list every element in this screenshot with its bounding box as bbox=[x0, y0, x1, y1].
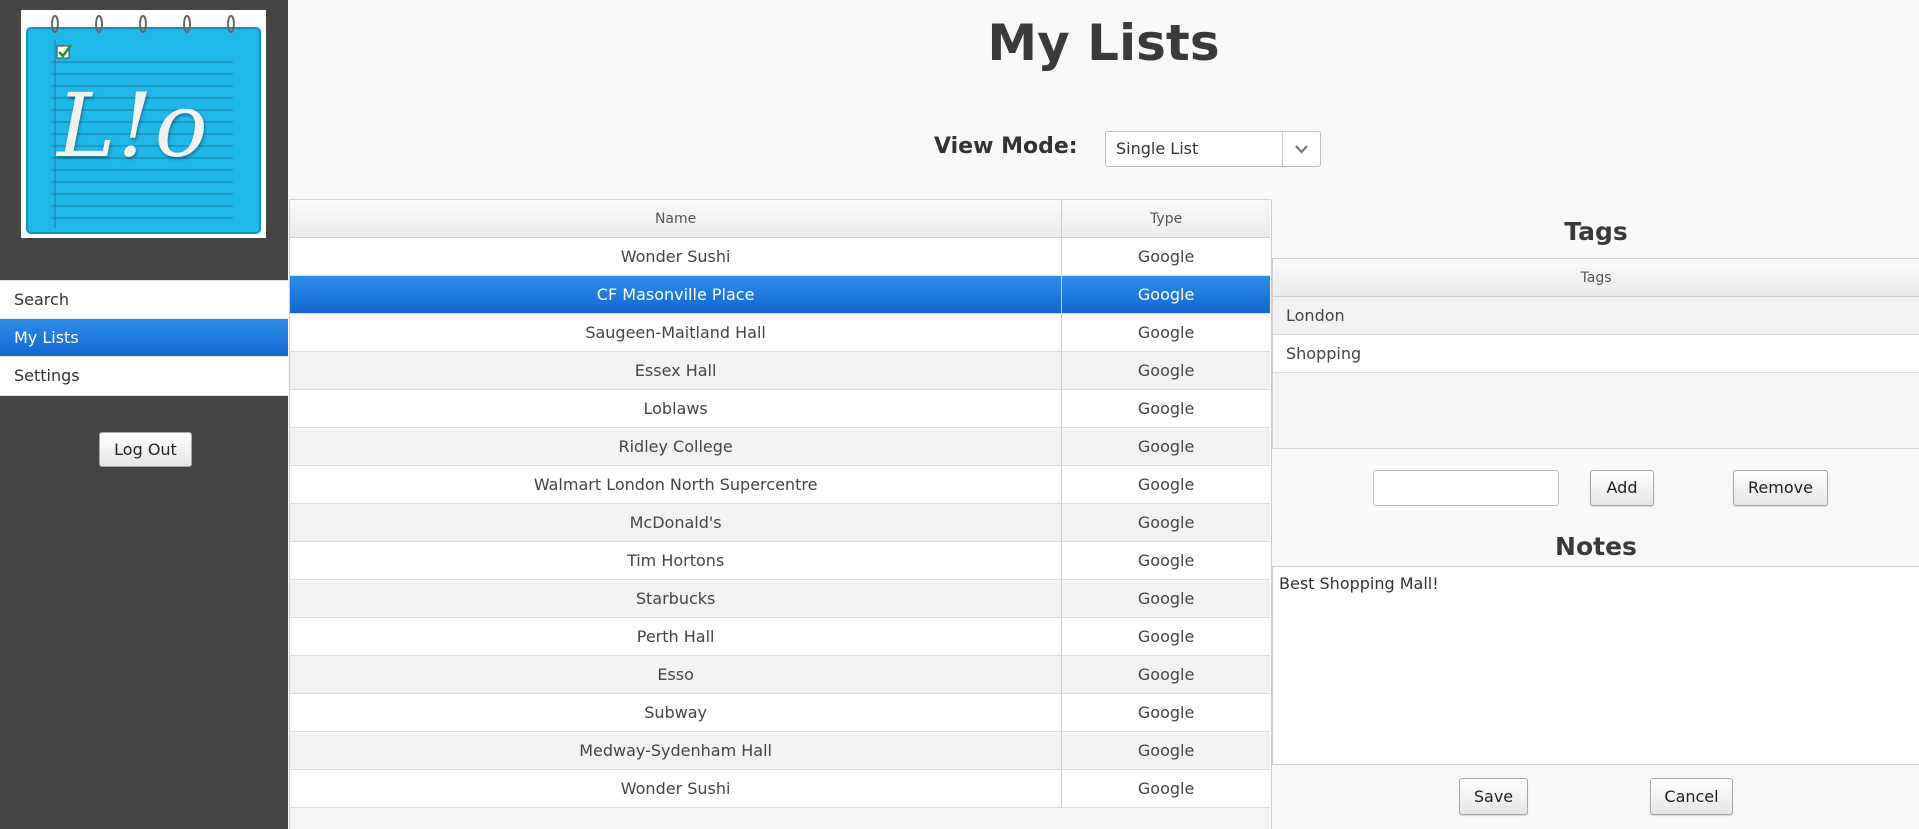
cell-name: McDonald's bbox=[290, 504, 1063, 541]
table-row[interactable]: Medway-Sydenham Hall Google bbox=[290, 732, 1270, 770]
tag-item[interactable]: London bbox=[1273, 297, 1919, 335]
cell-name: CF Masonville Place bbox=[290, 276, 1063, 313]
cell-name: Saugeen-Maitland Hall bbox=[290, 314, 1063, 351]
table-header: Name Type bbox=[290, 200, 1270, 238]
cell-name: Subway bbox=[290, 694, 1063, 731]
table-row[interactable]: Tim Hortons Google bbox=[290, 542, 1270, 580]
app-logo: L!o bbox=[21, 10, 266, 238]
nav-item-search[interactable]: Search bbox=[0, 281, 288, 319]
table-row[interactable]: Saugeen-Maitland Hall Google bbox=[290, 314, 1270, 352]
cell-name: Ridley College bbox=[290, 428, 1063, 465]
details-panel: Tags Tags London Shopping Add Remove Not… bbox=[1271, 199, 1919, 829]
chevron-down-icon[interactable] bbox=[1282, 132, 1320, 166]
view-mode-select[interactable]: Single List bbox=[1105, 131, 1321, 167]
cell-type: Google bbox=[1137, 475, 1195, 494]
cell-type: Google bbox=[1137, 323, 1195, 342]
table-row[interactable]: Loblaws Google bbox=[290, 390, 1270, 428]
table-row[interactable]: Essex Hall Google bbox=[290, 352, 1270, 390]
tag-item[interactable]: Shopping bbox=[1273, 335, 1919, 373]
tag-input[interactable] bbox=[1373, 470, 1559, 506]
cell-name: Walmart London North Supercentre bbox=[290, 466, 1063, 503]
table-row[interactable]: CF Masonville Place Google bbox=[290, 276, 1270, 314]
logo-text: L!o bbox=[57, 74, 210, 177]
main-nav: Search My Lists Settings bbox=[0, 280, 288, 396]
table-row[interactable]: Subway Google bbox=[290, 694, 1270, 732]
view-mode-value: Single List bbox=[1116, 139, 1199, 158]
cell-type: Google bbox=[1137, 399, 1195, 418]
cell-type: Google bbox=[1137, 627, 1195, 646]
column-header-name[interactable]: Name bbox=[290, 200, 1063, 237]
tags-table-header: Tags bbox=[1273, 259, 1919, 297]
view-mode-label: View Mode: bbox=[934, 134, 1078, 159]
table-body: Wonder Sushi Google CF Masonville Place Goo… bbox=[290, 238, 1270, 808]
tags-title: Tags bbox=[1564, 217, 1628, 246]
cell-name: Essex Hall bbox=[290, 352, 1063, 389]
table-row[interactable]: Esso Google bbox=[290, 656, 1270, 694]
table-row[interactable]: Starbucks Google bbox=[290, 580, 1270, 618]
add-tag-button[interactable]: Add bbox=[1590, 470, 1654, 506]
sidebar: L!o Search My Lists Settings Log Out bbox=[0, 0, 288, 829]
table-row[interactable]: Walmart London North Supercentre Google bbox=[290, 466, 1270, 504]
table-row[interactable]: Perth Hall Google bbox=[290, 618, 1270, 656]
cell-type: Google bbox=[1137, 285, 1195, 304]
nav-item-my-lists[interactable]: My Lists bbox=[0, 319, 288, 357]
cell-type: Google bbox=[1137, 551, 1195, 570]
cell-type: Google bbox=[1137, 361, 1195, 380]
table-row[interactable]: Wonder Sushi Google bbox=[290, 770, 1270, 808]
notes-title: Notes bbox=[1555, 532, 1637, 561]
cancel-button[interactable]: Cancel bbox=[1650, 778, 1733, 815]
nav-item-settings[interactable]: Settings bbox=[0, 357, 288, 395]
cell-type: Google bbox=[1137, 513, 1195, 532]
cell-type: Google bbox=[1137, 779, 1195, 798]
tags-table: Tags London Shopping bbox=[1272, 258, 1919, 449]
cell-name: Perth Hall bbox=[290, 618, 1063, 655]
table-row[interactable]: Ridley College Google bbox=[290, 428, 1270, 466]
cell-type: Google bbox=[1137, 437, 1195, 456]
cell-name: Wonder Sushi bbox=[290, 770, 1063, 807]
cell-type: Google bbox=[1137, 665, 1195, 684]
cell-name: Esso bbox=[290, 656, 1063, 693]
cell-type: Google bbox=[1137, 247, 1195, 266]
cell-name: Starbucks bbox=[290, 580, 1063, 617]
log-out-button[interactable]: Log Out bbox=[99, 432, 192, 467]
table-row[interactable]: McDonald's Google bbox=[290, 504, 1270, 542]
column-header-tags[interactable]: Tags bbox=[1273, 259, 1919, 296]
save-button[interactable]: Save bbox=[1459, 778, 1528, 815]
column-header-type[interactable]: Type bbox=[1062, 200, 1270, 237]
notes-textarea[interactable]: Best Shopping Mall! bbox=[1272, 566, 1919, 765]
checkmark-icon bbox=[56, 44, 73, 59]
cell-type: Google bbox=[1137, 703, 1195, 722]
page-title: My Lists bbox=[987, 14, 1220, 72]
table-row[interactable]: Wonder Sushi Google bbox=[290, 238, 1270, 276]
cell-type: Google bbox=[1137, 741, 1195, 760]
cell-type: Google bbox=[1137, 589, 1195, 608]
cell-name: Medway-Sydenham Hall bbox=[290, 732, 1063, 769]
cell-name: Loblaws bbox=[290, 390, 1063, 427]
lists-table: Name Type Wonder Sushi Google CF Masonvill… bbox=[289, 199, 1270, 829]
remove-tag-button[interactable]: Remove bbox=[1733, 470, 1828, 506]
cell-name: Wonder Sushi bbox=[290, 238, 1063, 275]
cell-name: Tim Hortons bbox=[290, 542, 1063, 579]
